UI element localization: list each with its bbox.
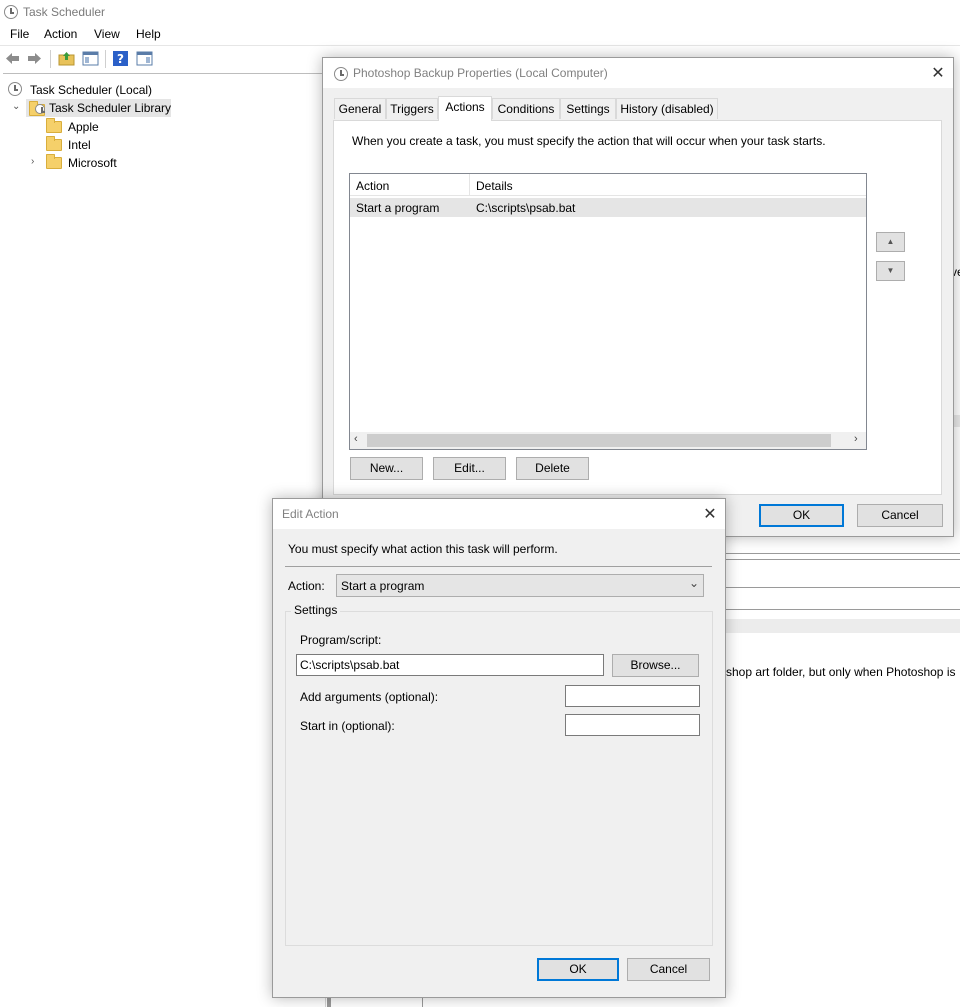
actions-instruction: When you create a task, you must specify… (352, 134, 826, 148)
tab-history[interactable]: History (disabled) (616, 98, 718, 119)
new-button[interactable]: New... (350, 457, 423, 480)
menu-bar: File Action View Help (0, 24, 960, 44)
action-label: Action: (288, 579, 325, 593)
menu-help[interactable]: Help (136, 27, 161, 41)
back-arrow-icon[interactable] (4, 50, 21, 67)
tab-actions[interactable]: Actions (438, 96, 492, 121)
window-title: Task Scheduler (23, 5, 106, 19)
properties-dialog-titlebar: Photoshop Backup Properties (Local Compu… (323, 58, 953, 88)
folder-icon (46, 154, 62, 169)
tab-triggers[interactable]: Triggers (386, 98, 438, 119)
window-titlebar: Task Scheduler (0, 0, 960, 24)
background-divider (717, 609, 960, 610)
menu-file[interactable]: File (10, 27, 29, 41)
column-header-action[interactable]: Action (356, 179, 389, 193)
folder-icon (46, 118, 62, 133)
start-in-input[interactable] (565, 714, 700, 736)
menu-action[interactable]: Action (44, 27, 77, 41)
program-script-input[interactable]: C:\scripts\psab.bat (296, 654, 604, 676)
tab-conditions[interactable]: Conditions (492, 98, 560, 119)
list-header: Action Details (350, 174, 866, 196)
tab-settings[interactable]: Settings (560, 98, 616, 119)
forward-arrow-icon[interactable] (26, 50, 43, 67)
properties-dialog-title: Photoshop Backup Properties (Local Compu… (353, 66, 608, 80)
menu-view[interactable]: View (94, 27, 120, 41)
edit-action-instruction: You must specify what action this task w… (288, 542, 558, 556)
toolbar-separator (50, 50, 51, 68)
folder-icon (46, 136, 62, 151)
scroll-right-icon[interactable]: › (854, 433, 858, 445)
row-action: Start a program (356, 201, 440, 215)
edit-action-cancel-button[interactable]: Cancel (627, 958, 710, 981)
up-folder-icon[interactable] (58, 50, 75, 67)
background-divider (717, 587, 960, 588)
horizontal-scrollbar[interactable]: ‹ › (350, 432, 866, 449)
background-divider (717, 559, 960, 560)
tab-general[interactable]: General (334, 98, 386, 119)
table-row[interactable]: Start a program C:\scripts\psab.bat (350, 198, 866, 217)
scrollbar-thumb[interactable] (367, 434, 831, 447)
background-band (717, 619, 960, 633)
add-arguments-label: Add arguments (optional): (300, 690, 439, 704)
chevron-right-icon[interactable]: › (31, 156, 34, 167)
show-hide-action-pane-icon[interactable] (136, 50, 153, 67)
row-details: C:\scripts\psab.bat (476, 201, 576, 215)
edit-button[interactable]: Edit... (433, 457, 506, 480)
properties-ok-button[interactable]: OK (759, 504, 844, 527)
tree-item-label: Apple (68, 120, 99, 134)
task-scheduler-app-icon (334, 67, 348, 81)
edit-action-title: Edit Action (282, 507, 339, 521)
start-in-label: Start in (optional): (300, 719, 395, 733)
move-down-button[interactable]: ▼ (876, 261, 905, 281)
tree-item-label: Task Scheduler (Local) (30, 83, 153, 97)
toolbar-separator (105, 50, 106, 68)
tree-item-label: Microsoft (68, 156, 117, 170)
svg-text:?: ? (117, 52, 124, 66)
clock-overlay-icon (35, 104, 45, 114)
tree-item-label: Intel (68, 138, 91, 152)
program-script-label: Program/script: (300, 633, 382, 647)
tree-item-task-scheduler-library[interactable]: Task Scheduler Library (26, 99, 171, 117)
help-icon[interactable]: ? (112, 50, 129, 67)
chevron-down-icon: ⌄ (689, 576, 700, 590)
settings-group-label: Settings (291, 603, 341, 617)
column-divider (469, 174, 470, 196)
task-scheduler-app-icon (4, 5, 18, 19)
edit-action-titlebar: Edit Action ✕ (273, 499, 725, 529)
close-icon[interactable]: ✕ (927, 62, 949, 84)
action-select-value: Start a program (341, 579, 425, 593)
header-divider (285, 566, 712, 567)
background-divider (717, 553, 960, 554)
task-description-fragment: shop art folder, but only when Photoshop… (726, 665, 956, 679)
actions-list[interactable]: Action Details Start a program C:\script… (349, 173, 867, 450)
show-hide-console-tree-icon[interactable] (82, 50, 99, 67)
close-icon[interactable]: ✕ (699, 503, 721, 525)
chevron-down-icon[interactable]: ⌄ (12, 101, 20, 112)
clock-icon (8, 82, 22, 96)
tree-item-label: Task Scheduler Library (49, 101, 172, 115)
edit-action-dialog: Edit Action ✕ You must specify what acti… (272, 498, 726, 998)
move-up-button[interactable]: ▲ (876, 232, 905, 252)
scroll-left-icon[interactable]: ‹ (354, 433, 358, 445)
delete-button[interactable]: Delete (516, 457, 589, 480)
edit-action-ok-button[interactable]: OK (537, 958, 619, 981)
add-arguments-input[interactable] (565, 685, 700, 707)
column-header-details[interactable]: Details (476, 179, 513, 193)
action-select[interactable]: Start a program ⌄ (336, 574, 704, 597)
properties-cancel-button[interactable]: Cancel (857, 504, 943, 527)
browse-button[interactable]: Browse... (612, 654, 699, 677)
